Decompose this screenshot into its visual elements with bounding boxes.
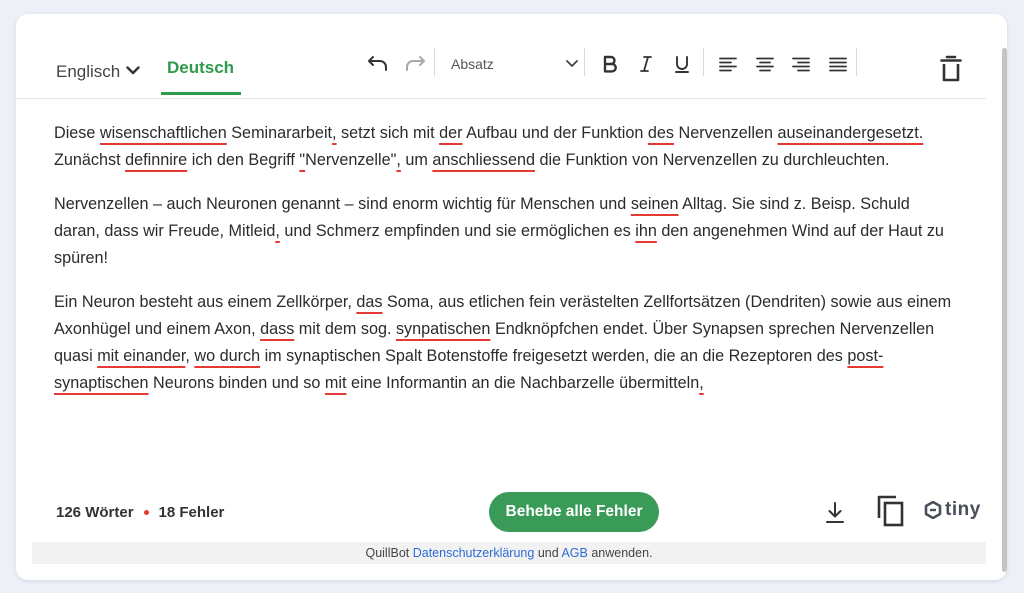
fix-all-errors-button[interactable]: Behebe alle Fehler xyxy=(489,492,659,532)
error-highlight[interactable]: synpatischen xyxy=(396,320,491,338)
error-highlight[interactable]: mit einander xyxy=(97,347,185,365)
error-highlight[interactable]: definnire xyxy=(125,151,187,169)
toolbar-separator xyxy=(703,48,704,76)
text-segment: mit dem sog. xyxy=(294,320,396,338)
error-highlight[interactable]: anschliessend xyxy=(432,151,535,169)
error-count: 18 Fehler xyxy=(158,504,225,521)
underline-icon[interactable] xyxy=(668,50,696,78)
text-segment: Nervenzellen – auch Neuronen genannt – s… xyxy=(54,195,631,213)
text-segment: ich den Begriff xyxy=(187,151,300,169)
bold-icon[interactable] xyxy=(596,50,624,78)
editor-toolbar: Englisch Deutsch Absatz xyxy=(16,14,986,99)
source-language-label: Englisch xyxy=(56,62,121,81)
terms-link[interactable]: AGB xyxy=(561,546,587,560)
stats-bar: 126 Wörter 18 Fehler xyxy=(56,504,224,521)
error-highlight[interactable]: dass xyxy=(260,320,294,338)
privacy-policy-link[interactable]: Datenschutzerklärung xyxy=(413,546,535,560)
chevron-down-icon xyxy=(126,60,140,80)
trash-icon[interactable] xyxy=(936,52,966,86)
align-justify-icon[interactable] xyxy=(824,50,852,78)
text-segment: Zunächst xyxy=(54,151,126,169)
paragraph-3: Ein Neuron besteht aus einem Zellkörper,… xyxy=(54,289,954,397)
document-text[interactable]: Diese wisenschaftlichen Seminararbeit, s… xyxy=(54,120,954,414)
align-center-icon[interactable] xyxy=(751,50,779,78)
text-segment: die Funktion von Nervenzellen zu durchle… xyxy=(534,151,890,169)
error-highlight[interactable]: mit xyxy=(325,374,347,392)
toolbar-separator xyxy=(434,48,435,76)
stats-separator-dot xyxy=(143,510,149,515)
text-segment: Aufbau und der Funktion xyxy=(462,124,648,142)
text-segment: um xyxy=(400,151,433,169)
error-highlight[interactable]: , xyxy=(699,374,704,392)
paragraph-format-value: Absatz xyxy=(451,56,494,72)
error-highlight[interactable]: wisenschaftlichen xyxy=(100,124,227,142)
legal-and: und xyxy=(534,546,562,560)
paragraph-format-select[interactable]: Absatz xyxy=(438,50,578,78)
tiny-logo: tiny xyxy=(924,499,981,521)
italic-icon[interactable] xyxy=(632,50,660,78)
download-icon[interactable] xyxy=(822,499,848,527)
redo-icon[interactable] xyxy=(401,50,429,78)
paragraph-1: Diese wisenschaftlichen Seminararbeit, s… xyxy=(54,120,954,174)
text-segment: setzt sich mit xyxy=(336,124,440,142)
text-segment: eine Informantin an die Nachbarzelle übe… xyxy=(346,374,700,392)
undo-icon[interactable] xyxy=(364,50,392,78)
editor-card: Englisch Deutsch Absatz Diese wisenschaf… xyxy=(16,14,1007,580)
error-highlight[interactable]: ihn xyxy=(635,222,657,240)
error-highlight[interactable]: seinen xyxy=(631,195,679,213)
error-highlight[interactable]: das xyxy=(356,293,382,311)
align-right-icon[interactable] xyxy=(787,50,815,78)
word-count: 126 Wörter xyxy=(56,504,134,521)
align-left-icon[interactable] xyxy=(714,50,742,78)
copy-icon[interactable] xyxy=(874,493,908,529)
tab-source-language[interactable]: Englisch xyxy=(56,60,140,82)
text-segment: und Schmerz empfinden und sie ermögliche… xyxy=(279,222,636,240)
chevron-down-icon xyxy=(566,60,578,67)
text-segment: Nervenzellen xyxy=(674,124,778,142)
error-highlight[interactable]: der xyxy=(439,124,462,142)
error-highlight[interactable]: auseinandergesetzt. xyxy=(777,124,923,142)
text-segment: Neurons binden und so xyxy=(148,374,325,392)
text-segment: Ein Neuron besteht aus einem Zellkörper, xyxy=(54,293,357,311)
error-highlight[interactable]: wo durch xyxy=(194,347,260,365)
error-highlight[interactable]: des xyxy=(648,124,674,142)
legal-prefix: QuillBot xyxy=(365,546,413,560)
tab-target-language[interactable]: Deutsch xyxy=(167,58,234,78)
toolbar-separator xyxy=(856,48,857,76)
toolbar-separator xyxy=(584,48,585,76)
text-segment: Diese xyxy=(54,124,100,142)
text-segment: Seminararbeit xyxy=(226,124,333,142)
vertical-scrollbar[interactable] xyxy=(1002,48,1007,572)
tiny-logo-icon xyxy=(924,501,942,519)
legal-suffix: anwenden. xyxy=(587,546,653,560)
tiny-brand-text: tiny xyxy=(945,499,981,520)
text-segment: im synaptischen Spalt Botenstoffe freige… xyxy=(260,347,848,365)
paragraph-2: Nervenzellen – auch Neuronen genannt – s… xyxy=(54,191,954,272)
text-segment: Nervenzelle" xyxy=(305,151,397,169)
legal-notice: QuillBot Datenschutzerklärung und AGB an… xyxy=(32,542,986,564)
active-tab-indicator xyxy=(161,92,241,95)
